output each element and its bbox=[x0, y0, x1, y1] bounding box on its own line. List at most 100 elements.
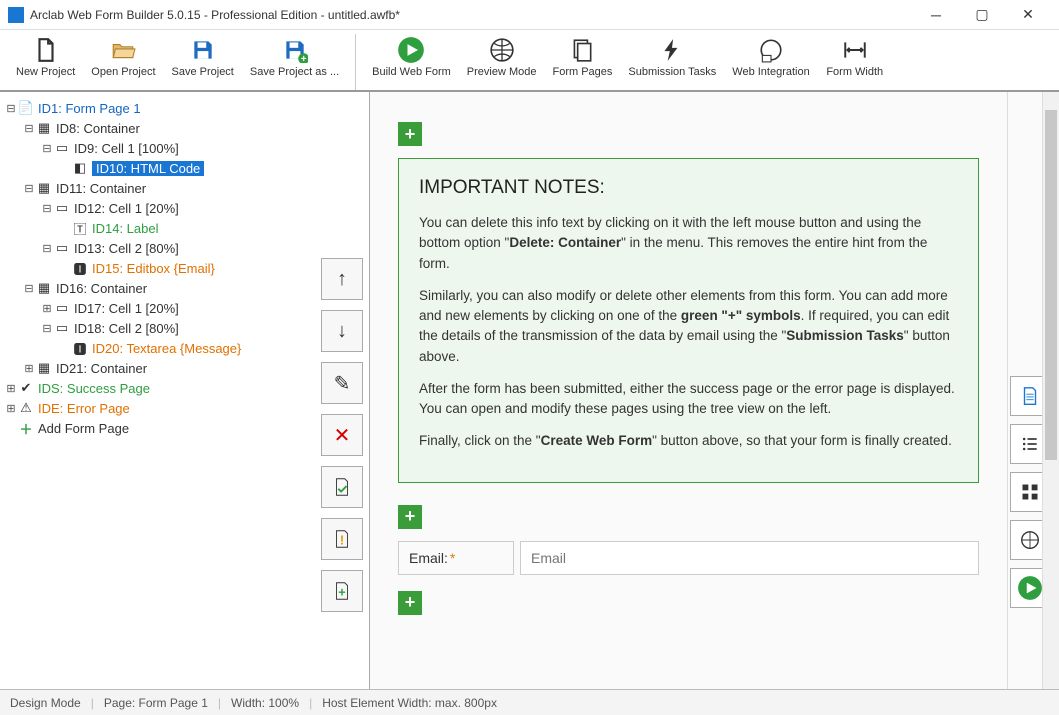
page-add-button[interactable]: + bbox=[321, 570, 363, 612]
notes-title: IMPORTANT NOTES: bbox=[419, 177, 958, 199]
right-pane: + IMPORTANT NOTES: You can delete this i… bbox=[370, 92, 1059, 689]
notes-container[interactable]: IMPORTANT NOTES: You can delete this inf… bbox=[398, 158, 979, 483]
web-integration-icon bbox=[757, 36, 785, 64]
notes-p1: You can delete this info text by clickin… bbox=[419, 213, 958, 274]
textarea-icon: 🅸 bbox=[72, 339, 88, 358]
new-project-button[interactable]: New Project bbox=[8, 34, 83, 80]
tree-id16[interactable]: ⊟▦ID16: Container bbox=[4, 278, 311, 298]
save-project-button[interactable]: Save Project bbox=[164, 34, 242, 80]
label-icon: 🅃 bbox=[72, 219, 88, 238]
play-icon bbox=[397, 36, 425, 64]
edit-button[interactable]: ✎ bbox=[321, 362, 363, 404]
container-icon: ▦ bbox=[36, 280, 52, 296]
page-icon: 📄 bbox=[18, 100, 34, 116]
svg-text:+: + bbox=[300, 54, 306, 63]
titlebar: Arclab Web Form Builder 5.0.15 - Profess… bbox=[0, 0, 1059, 30]
move-down-button[interactable]: ↓ bbox=[321, 310, 363, 352]
tree-id10[interactable]: ◧ID10: HTML Code bbox=[4, 158, 311, 178]
page-warning-button[interactable]: ! bbox=[321, 518, 363, 560]
window-title: Arclab Web Form Builder 5.0.15 - Profess… bbox=[30, 8, 913, 22]
maximize-button[interactable]: ▢ bbox=[959, 0, 1005, 30]
add-element-button-3[interactable]: + bbox=[398, 591, 422, 615]
form-pages-label: Form Pages bbox=[553, 66, 613, 78]
tree-id17[interactable]: ⊞▭ID17: Cell 1 [20%] bbox=[4, 298, 311, 318]
notes-p4: Finally, click on the "Create Web Form" … bbox=[419, 431, 958, 451]
tree-id21[interactable]: ⊞▦ID21: Container bbox=[4, 358, 311, 378]
add-element-button-1[interactable]: + bbox=[398, 122, 422, 146]
tree-view: ⊟📄ID1: Form Page 1 ⊟▦ID8: Container ⊟▭ID… bbox=[0, 92, 315, 689]
tree-id8[interactable]: ⊟▦ID8: Container bbox=[4, 118, 311, 138]
status-host: Host Element Width: max. 800px bbox=[322, 696, 497, 710]
plus-icon: ＋ bbox=[18, 419, 34, 438]
save-icon bbox=[189, 36, 217, 64]
editbox-icon: 🅸 bbox=[72, 259, 88, 278]
open-project-button[interactable]: Open Project bbox=[83, 34, 163, 80]
close-button[interactable]: ✕ bbox=[1005, 0, 1051, 30]
app-icon bbox=[8, 7, 24, 23]
tree-id9[interactable]: ⊟▭ID9: Cell 1 [100%] bbox=[4, 138, 311, 158]
open-project-icon bbox=[109, 36, 137, 64]
preview-mode-button[interactable]: Preview Mode bbox=[459, 34, 545, 80]
email-input-cell bbox=[520, 541, 979, 575]
notes-p3: After the form has been submitted, eithe… bbox=[419, 379, 958, 420]
globe-icon bbox=[488, 36, 516, 64]
new-project-label: New Project bbox=[16, 66, 75, 78]
cell-icon: ▭ bbox=[54, 140, 70, 156]
new-project-icon bbox=[32, 36, 60, 64]
save-as-label: Save Project as ... bbox=[250, 66, 339, 78]
form-pages-button[interactable]: Form Pages bbox=[545, 34, 621, 80]
status-mode: Design Mode bbox=[10, 696, 81, 710]
svg-text:+: + bbox=[338, 585, 346, 600]
add-element-button-2[interactable]: + bbox=[398, 505, 422, 529]
toolbar-separator bbox=[355, 34, 356, 90]
container-icon: ▦ bbox=[36, 120, 52, 136]
status-bar: Design Mode| Page: Form Page 1| Width: 1… bbox=[0, 689, 1059, 715]
web-integration-button[interactable]: Web Integration bbox=[724, 34, 817, 80]
form-width-button[interactable]: Form Width bbox=[818, 34, 892, 80]
save-as-icon: + bbox=[281, 36, 309, 64]
status-page: Page: Form Page 1 bbox=[104, 696, 208, 710]
tree-id11[interactable]: ⊟▦ID11: Container bbox=[4, 178, 311, 198]
cell-icon: ▭ bbox=[54, 320, 70, 336]
save-project-as-button[interactable]: + Save Project as ... bbox=[242, 34, 347, 80]
tree-id14[interactable]: 🅃ID14: Label bbox=[4, 218, 311, 238]
svg-text:!: ! bbox=[340, 533, 344, 548]
error-icon: ⚠ bbox=[18, 400, 34, 416]
tree-id18[interactable]: ⊟▭ID18: Cell 2 [80%] bbox=[4, 318, 311, 338]
scrollbar-thumb[interactable] bbox=[1045, 110, 1057, 460]
cell-icon: ▭ bbox=[54, 200, 70, 216]
form-width-label: Form Width bbox=[826, 66, 883, 78]
html-icon: ◧ bbox=[72, 160, 88, 176]
tree-id12[interactable]: ⊟▭ID12: Cell 1 [20%] bbox=[4, 198, 311, 218]
email-input[interactable] bbox=[520, 541, 979, 575]
success-icon: ✔ bbox=[18, 380, 34, 396]
required-asterisk: * bbox=[450, 550, 455, 566]
form-canvas: + IMPORTANT NOTES: You can delete this i… bbox=[370, 92, 1007, 689]
build-label: Build Web Form bbox=[372, 66, 451, 78]
tree-id15[interactable]: 🅸ID15: Editbox {Email} bbox=[4, 258, 311, 278]
minimize-button[interactable]: ─ bbox=[913, 0, 959, 30]
container-icon: ▦ bbox=[36, 180, 52, 196]
delete-button[interactable]: ✕ bbox=[321, 414, 363, 456]
email-label-cell[interactable]: Email: * bbox=[398, 541, 514, 575]
submission-label: Submission Tasks bbox=[628, 66, 716, 78]
submission-tasks-button[interactable]: Submission Tasks bbox=[620, 34, 724, 80]
tree-id20[interactable]: 🅸ID20: Textarea {Message} bbox=[4, 338, 311, 358]
tree-ide[interactable]: ⊞⚠IDE: Error Page bbox=[4, 398, 311, 418]
tree-id13[interactable]: ⊟▭ID13: Cell 2 [80%] bbox=[4, 238, 311, 258]
tree-ids[interactable]: ⊞✔IDS: Success Page bbox=[4, 378, 311, 398]
tree-id1[interactable]: ⊟📄ID1: Form Page 1 bbox=[4, 98, 311, 118]
build-web-form-button[interactable]: Build Web Form bbox=[364, 34, 459, 80]
email-label: Email: bbox=[409, 550, 448, 566]
side-buttons: ↑ ↓ ✎ ✕ ! + bbox=[315, 252, 369, 689]
move-up-button[interactable]: ↑ bbox=[321, 258, 363, 300]
toolbar: New Project Open Project Save Project + … bbox=[0, 30, 1059, 92]
status-width: Width: 100% bbox=[231, 696, 299, 710]
web-integration-label: Web Integration bbox=[732, 66, 809, 78]
preview-label: Preview Mode bbox=[467, 66, 537, 78]
email-row: Email: * bbox=[398, 541, 979, 575]
tree-add-page[interactable]: ＋Add Form Page bbox=[4, 418, 311, 438]
canvas-scrollbar[interactable] bbox=[1042, 92, 1059, 689]
width-icon bbox=[841, 36, 869, 64]
page-check-button[interactable] bbox=[321, 466, 363, 508]
